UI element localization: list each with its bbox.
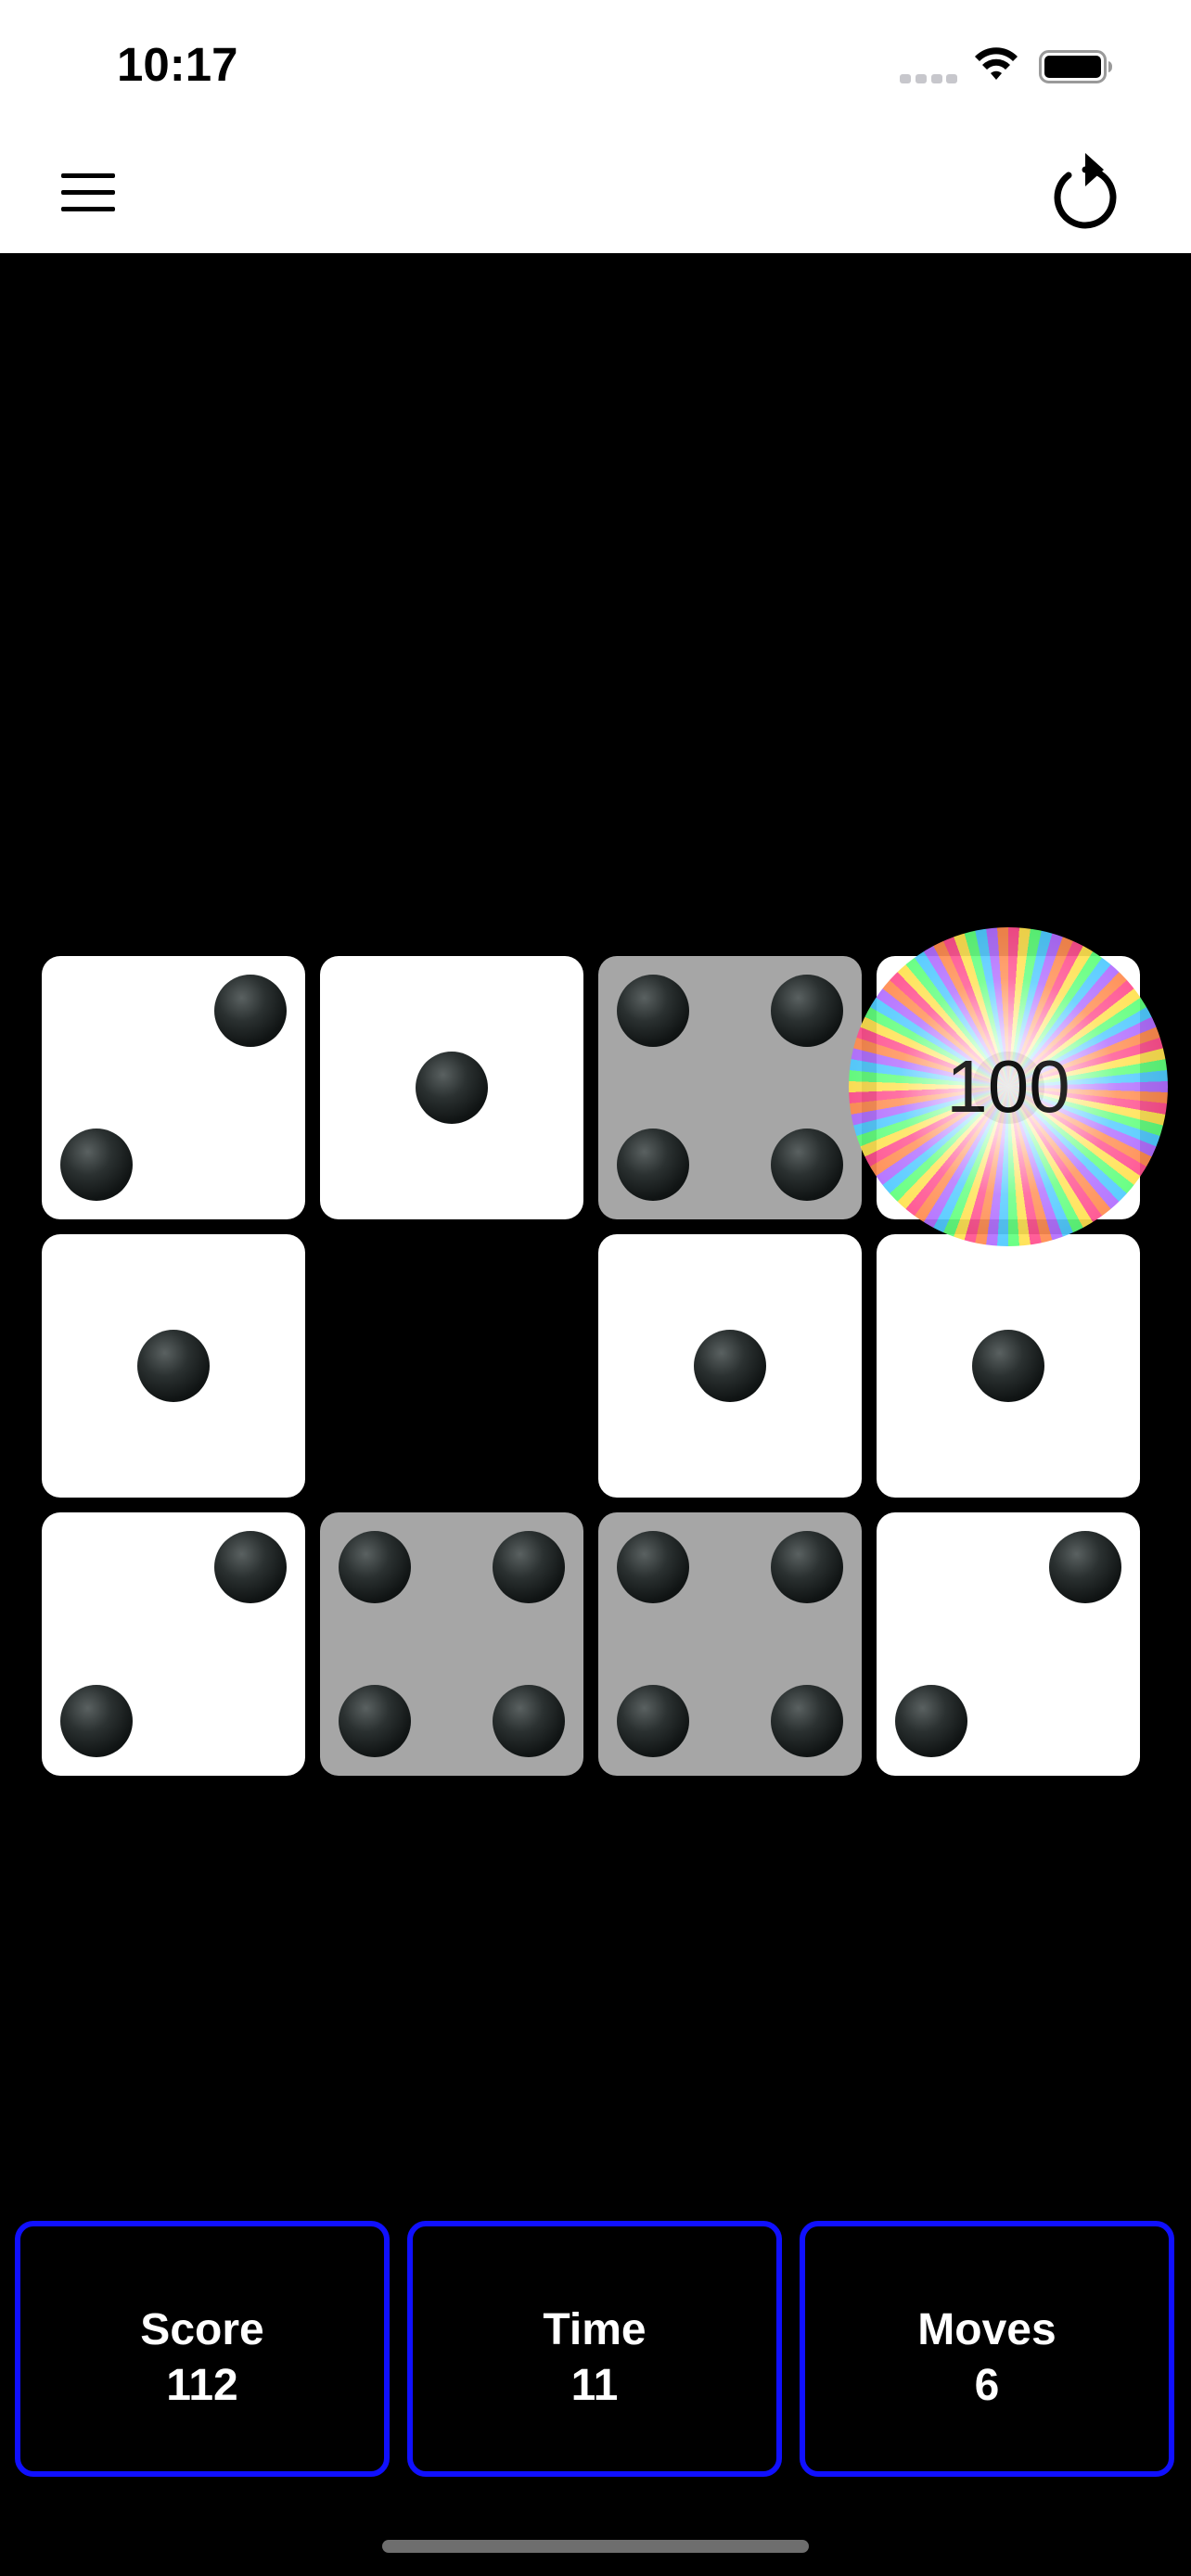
home-indicator xyxy=(382,2540,809,2553)
bonus-points: 100 xyxy=(946,1045,1070,1128)
die-pip xyxy=(617,1129,689,1201)
die-pip xyxy=(60,1129,133,1201)
die-pip xyxy=(617,975,689,1047)
die-tile[interactable] xyxy=(877,1234,1140,1498)
die-pip xyxy=(771,1685,843,1757)
moves-value: 6 xyxy=(974,2361,1000,2410)
die-pip xyxy=(214,1531,287,1603)
die-tile[interactable] xyxy=(42,956,305,1219)
die-pip xyxy=(214,975,287,1047)
score-box: Score 112 xyxy=(15,2221,390,2477)
die-tile[interactable] xyxy=(42,1512,305,1776)
die-pip xyxy=(493,1685,565,1757)
wifi-icon xyxy=(975,47,1018,80)
score-label: Score xyxy=(140,2305,264,2354)
restart-icon[interactable] xyxy=(1048,146,1122,233)
die-pip xyxy=(137,1330,210,1402)
battery-icon xyxy=(1039,50,1112,83)
navigation-bar xyxy=(0,125,1191,253)
status-time: 10:17 xyxy=(117,38,238,91)
time-value: 11 xyxy=(570,2361,619,2410)
die-pip xyxy=(339,1685,411,1757)
die-pip xyxy=(771,1129,843,1201)
die-pip xyxy=(493,1531,565,1603)
die-tile[interactable] xyxy=(598,956,862,1219)
bonus-burst: 100 xyxy=(849,927,1168,1246)
score-value: 112 xyxy=(166,2361,238,2410)
die-tile[interactable] xyxy=(598,1234,862,1498)
die-pip xyxy=(895,1685,967,1757)
die-pip xyxy=(339,1531,411,1603)
menu-icon[interactable] xyxy=(61,173,115,212)
die-tile[interactable] xyxy=(320,1512,583,1776)
die-pip xyxy=(972,1330,1044,1402)
die-pip xyxy=(60,1685,133,1757)
die-pip xyxy=(771,975,843,1047)
moves-label: Moves xyxy=(917,2305,1057,2354)
die-pip xyxy=(694,1330,766,1402)
die-tile[interactable] xyxy=(42,1234,305,1498)
time-label: Time xyxy=(543,2305,647,2354)
die-pip xyxy=(416,1052,488,1124)
time-box: Time 11 xyxy=(407,2221,782,2477)
die-pip xyxy=(1049,1531,1121,1603)
status-bar: 10:17 xyxy=(0,0,1191,125)
die-pip xyxy=(617,1685,689,1757)
die-tile[interactable] xyxy=(320,956,583,1219)
die-tile[interactable] xyxy=(877,1512,1140,1776)
moves-box: Moves 6 xyxy=(800,2221,1174,2477)
cellular-signal-icon xyxy=(900,74,957,83)
die-pip xyxy=(771,1531,843,1603)
die-pip xyxy=(617,1531,689,1603)
die-tile[interactable] xyxy=(598,1512,862,1776)
